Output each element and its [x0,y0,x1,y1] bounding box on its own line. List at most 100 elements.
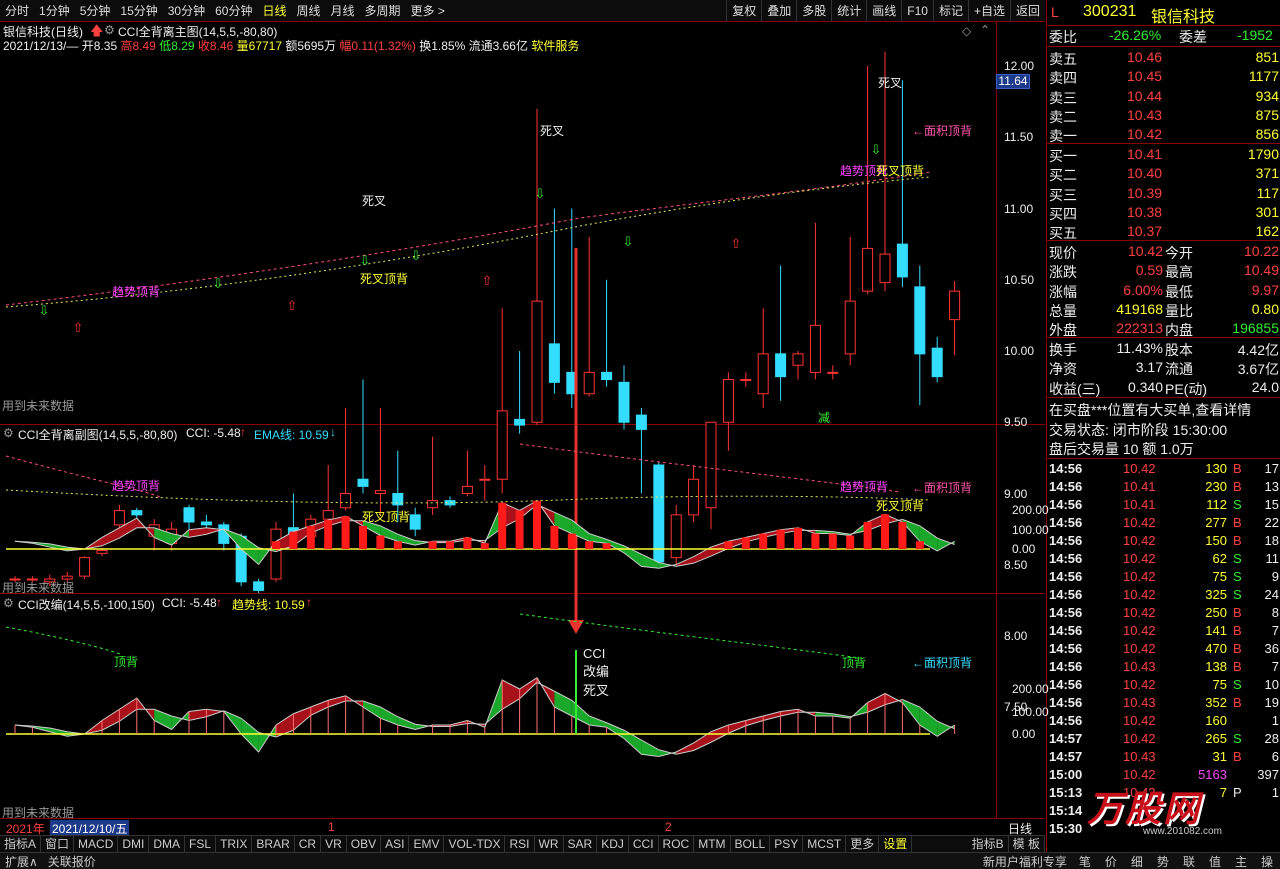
indicator-tab[interactable]: 模 板 [1009,835,1045,853]
tick-row[interactable]: 14:57 10.43 31 B 6 [1047,748,1280,766]
related-quotes-button[interactable]: 关联报价 [43,853,101,869]
candle-body [200,521,212,526]
expand-button[interactable]: 扩展∧ [0,853,43,869]
indicator-tab[interactable]: TRIX [216,835,253,853]
indicator-tab[interactable]: MCST [803,835,847,853]
tick-row[interactable]: 14:57 10.42 265 S 28 [1047,730,1280,748]
toolbar-button[interactable]: 复权 [726,0,761,22]
tick-row[interactable]: 14:56 10.43 352 B 19 [1047,694,1280,712]
death-cross-label: 死叉 [540,124,565,138]
cci-bar [602,543,611,549]
period-tab[interactable]: 日线 [257,2,291,19]
status-icon-tab[interactable]: 值 [1202,853,1228,869]
area-top-divergence-label: ←面积顶背 [912,124,973,138]
indicator-tab[interactable]: MTM [694,835,731,853]
indicator-tab[interactable]: OBV [347,835,382,853]
death-cross-top-divergence-label: 死叉顶背 [876,499,925,513]
period-tab[interactable]: 多周期 [360,2,406,19]
new-user-benefits-link[interactable]: 新用户福利专享 [978,853,1072,869]
toolbar-button[interactable]: 返回 [1009,0,1045,22]
indicator-tab[interactable]: KDJ [597,835,629,853]
tick-row[interactable]: 14:56 10.42 130 B 17 [1047,460,1280,478]
toolbar-button[interactable]: 标记 [932,0,968,22]
cci-bar [828,533,837,549]
indicator-tab[interactable]: CR [295,835,322,853]
indicator-tab[interactable]: 指标B [968,835,1009,853]
period-tab[interactable]: 5分钟 [75,2,116,19]
price-tick-label: 10.50 [1004,272,1035,287]
tick-row[interactable]: 14:56 10.42 277 B 22 [1047,514,1280,532]
gear-icon[interactable]: ⚙ [3,596,14,610]
toolbar-button[interactable]: 多股 [796,0,831,22]
status-icon-tab[interactable]: 细 [1124,853,1150,869]
tick-row[interactable]: 14:56 10.42 250 B 8 [1047,604,1280,622]
tick-row[interactable]: 14:56 10.41 230 B 13 [1047,478,1280,496]
indicator-tab[interactable]: BOLL [731,835,771,853]
indicator-tab[interactable]: MACD [74,835,119,853]
status-icon-tab[interactable]: 主 [1228,853,1254,869]
period-tab[interactable]: 分时 [0,2,34,19]
tick-row[interactable]: 14:56 10.42 160 1 [1047,712,1280,730]
big-order-notice[interactable]: 在买盘***位置有大买单,查看详情 [1049,400,1251,420]
status-icon-tab[interactable]: 操 [1254,853,1280,869]
indicator-tab[interactable]: SAR [564,835,598,853]
indicator-tab[interactable]: ASI [381,835,410,853]
period-tab[interactable]: 15分钟 [115,2,162,19]
toolbar-button[interactable]: 叠加 [761,0,796,22]
toolbar-button[interactable]: +自选 [967,0,1010,22]
indicator-tab[interactable]: WR [535,835,564,853]
status-icon-tab[interactable]: 势 [1150,853,1176,869]
indicator-tab[interactable]: EMV [409,835,445,853]
quote-stat-row: 现价 10.42 今开 10.22 [1049,243,1279,261]
period-tab[interactable]: 1分钟 [34,2,75,19]
toolbar-button[interactable]: 统计 [831,0,866,22]
candle-body [914,286,926,355]
watermark-url: www.201082.com [1143,826,1222,837]
sub1-ema-value: EMA线: 10.59 [254,428,329,442]
candle-body [322,510,334,520]
indicator-tab[interactable]: DMA [149,835,186,853]
indicator-tab[interactable]: RSI [505,835,535,853]
gear-icon[interactable]: ⚙ [3,426,14,440]
indicator-tab[interactable]: PSY [770,835,804,853]
indicator-tab[interactable]: 设置 [879,835,913,853]
tick-row[interactable]: 14:56 10.42 75 S 10 [1047,676,1280,694]
tick-row[interactable]: 14:56 10.42 470 B 36 [1047,640,1280,658]
period-tab[interactable]: 60分钟 [210,2,257,19]
period-tab[interactable]: 月线 [326,2,360,19]
indicator-tab[interactable]: 更多 [846,835,880,853]
tick-row[interactable]: 14:56 10.42 150 B 18 [1047,532,1280,550]
area-top-divergence-label: ←面积顶背 [912,481,973,495]
indicator-tab[interactable]: FSL [185,835,217,853]
indicator-tab[interactable]: VOL-TDX [444,835,506,853]
toolbar-button[interactable]: 画线 [866,0,901,22]
indicator-tab[interactable]: 指标A [0,835,42,853]
indicator-tab[interactable]: DMI [118,835,150,853]
toolbar-button[interactable]: F10 [901,0,933,22]
tick-row[interactable]: 14:56 10.42 325 S 24 [1047,586,1280,604]
up-arrow-icon: ↑ [306,595,312,609]
indicator-tab[interactable]: ROC [659,835,695,853]
indicator-tab[interactable]: VR [321,835,347,853]
indicator-tab[interactable]: CCI [629,835,659,853]
candle-body [862,247,874,292]
cci-bar [811,533,820,549]
period-tab[interactable]: 更多 > [406,2,450,19]
period-tab[interactable]: 周线 [291,2,325,19]
indicator-tab[interactable]: BRAR [252,835,295,853]
status-icon-tab[interactable]: 联 [1176,853,1202,869]
candle-body [96,550,108,554]
sub1-indicator-name[interactable]: CCI全背离副图(14,5,5,-80,80) [18,426,177,443]
period-tab[interactable]: 30分钟 [163,2,210,19]
tick-row[interactable]: 14:56 10.41 112 S 15 [1047,496,1280,514]
sub2-indicator-name[interactable]: CCI改编(14,5,5,-100,150) [18,596,155,613]
webi-row: 委比 -26.26% 委差 -1952 [1049,27,1273,45]
cci-bar [863,521,872,549]
tick-row[interactable]: 14:56 10.42 141 B 7 [1047,622,1280,640]
status-icon-tab[interactable]: 价 [1098,853,1124,869]
tick-row[interactable]: 14:56 10.43 138 B 7 [1047,658,1280,676]
tick-row[interactable]: 14:56 10.42 75 S 9 [1047,568,1280,586]
indicator-tab[interactable]: 窗口 [41,835,75,853]
tick-row[interactable]: 14:56 10.42 62 S 11 [1047,550,1280,568]
status-icon-tab[interactable]: 笔 [1072,853,1098,869]
